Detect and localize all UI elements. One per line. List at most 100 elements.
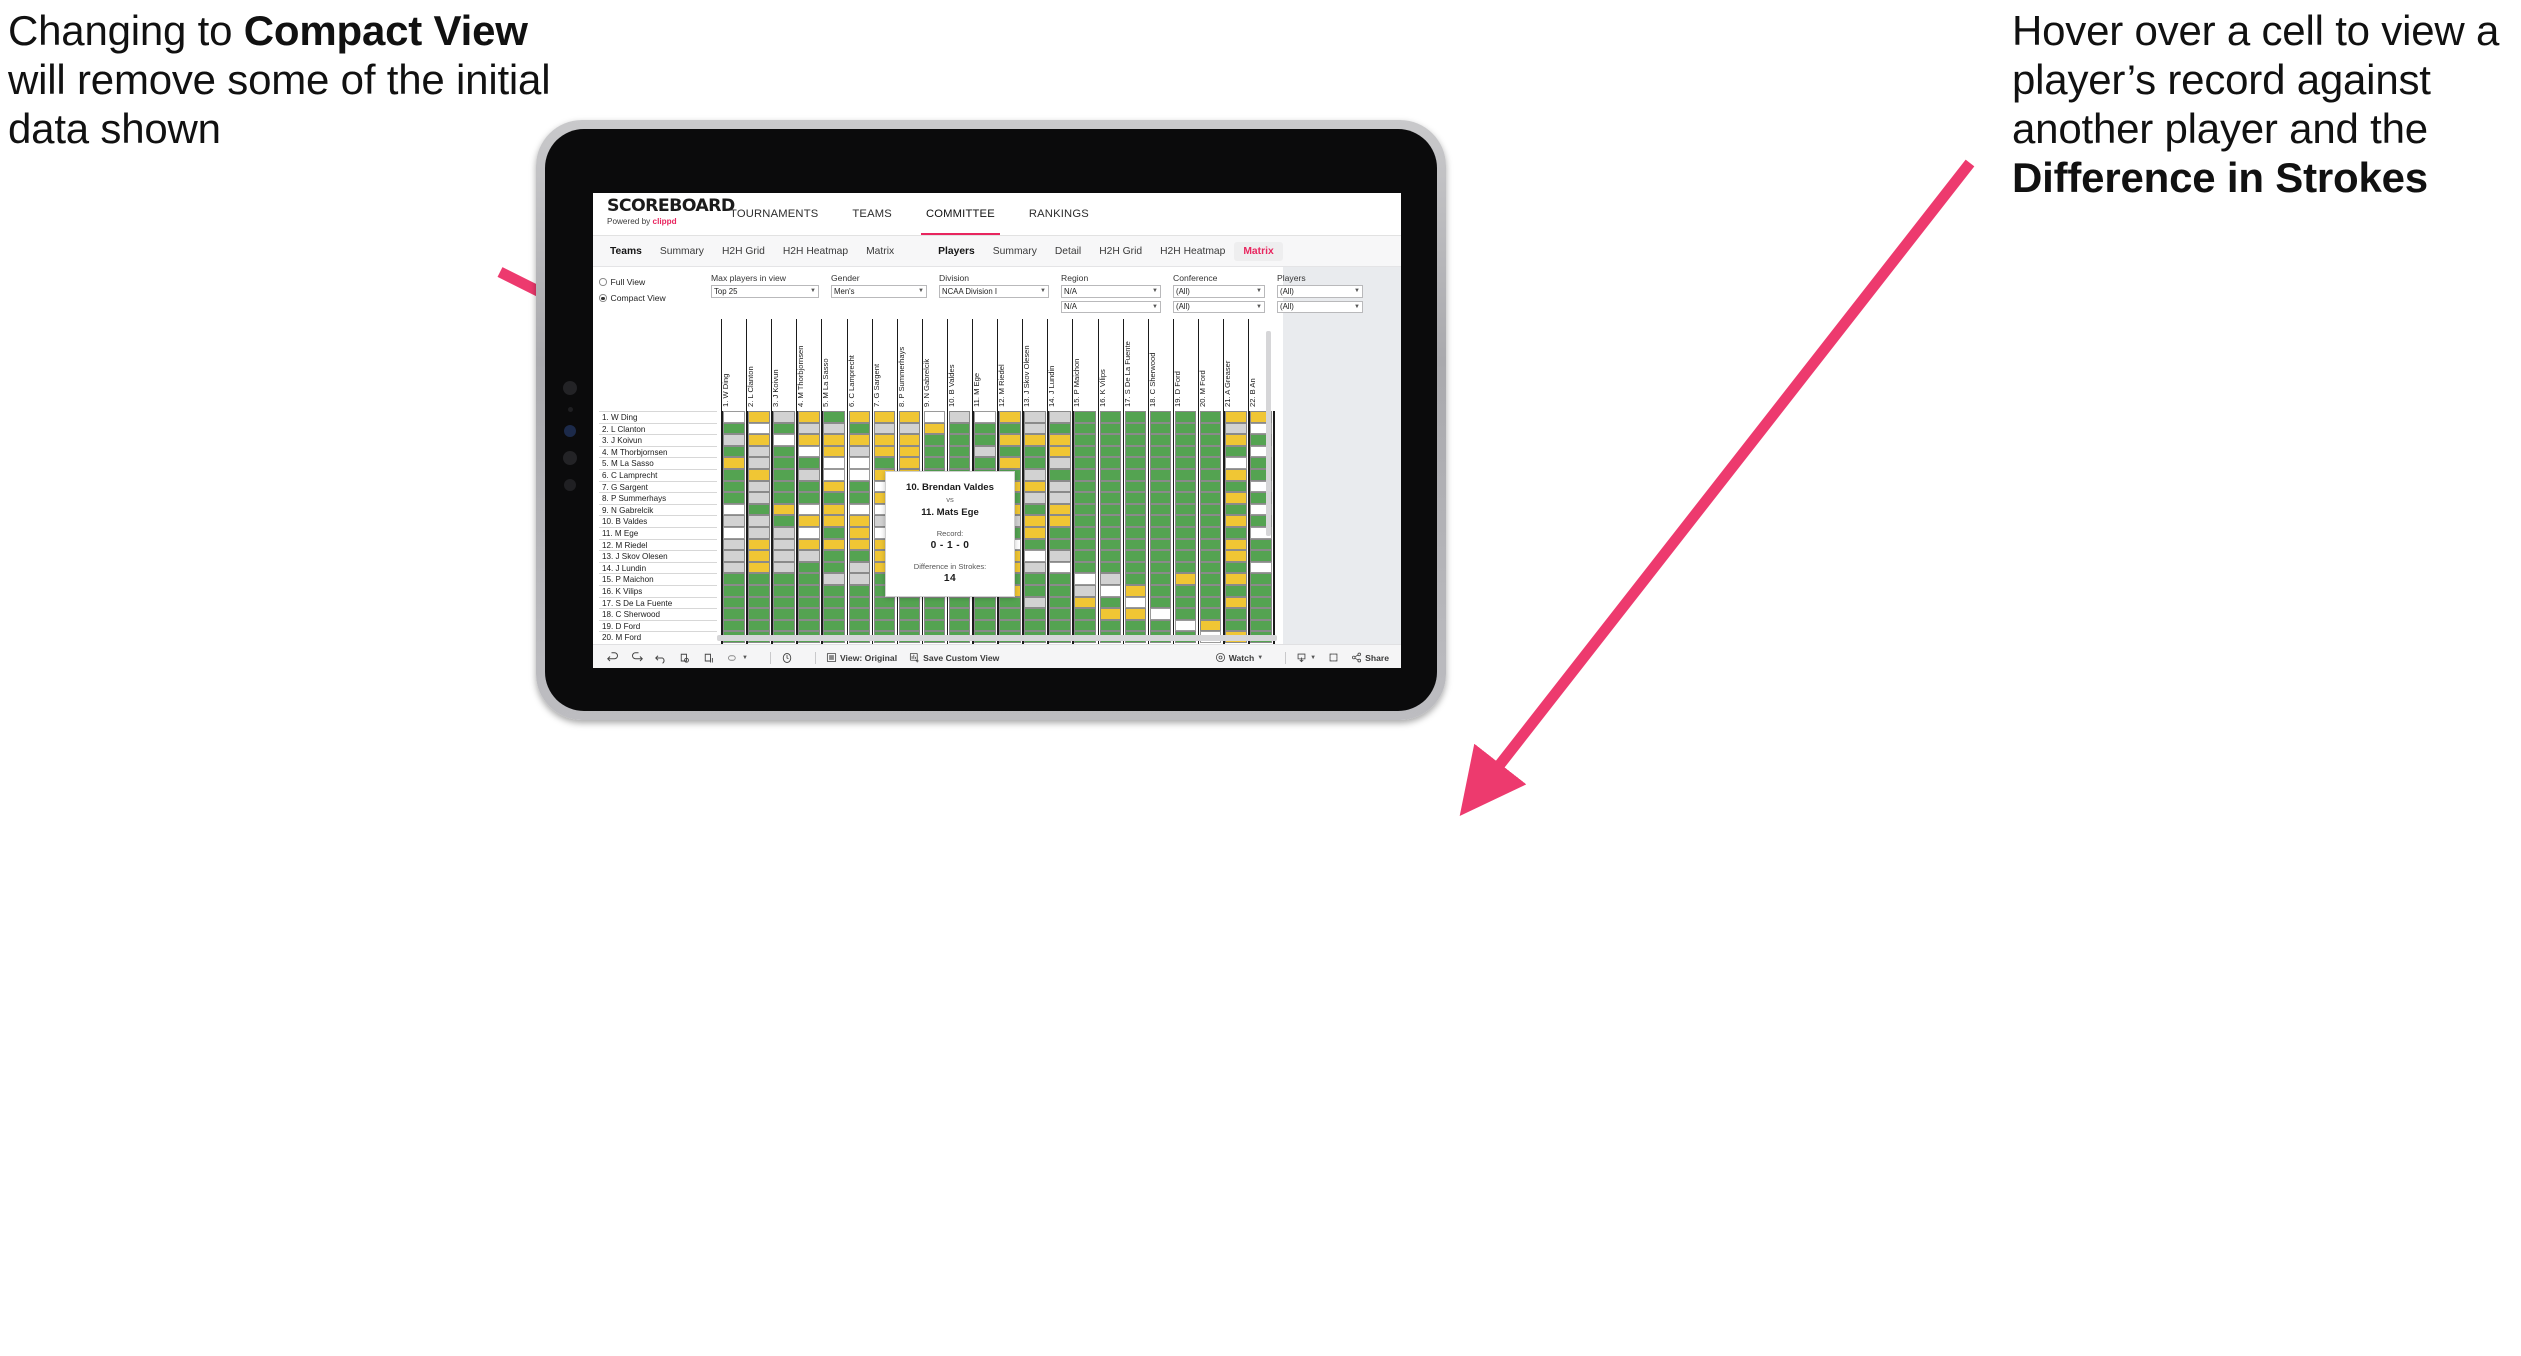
- matrix-cell[interactable]: [773, 573, 795, 585]
- fullscreen-icon[interactable]: [1328, 652, 1339, 663]
- save-custom-view-icon[interactable]: [909, 652, 920, 663]
- matrix-cell[interactable]: [1049, 585, 1071, 597]
- chevron-down-icon[interactable]: ▼: [1354, 304, 1360, 310]
- matrix-cell[interactable]: [1124, 538, 1147, 551]
- matrix-cell[interactable]: [1174, 503, 1197, 516]
- watch-icon[interactable]: [1215, 652, 1226, 663]
- matrix-cell[interactable]: [748, 515, 770, 527]
- filter-select[interactable]: NCAA Division I ▼: [939, 285, 1049, 298]
- matrix-cell[interactable]: [1225, 515, 1247, 527]
- matrix-cell[interactable]: [1225, 503, 1247, 516]
- matrix-cell[interactable]: [1225, 492, 1247, 504]
- view-mode-radio-group[interactable]: Full View Compact View: [599, 275, 666, 305]
- matrix-cell[interactable]: [1124, 445, 1147, 458]
- matrix-cell[interactable]: [948, 457, 971, 469]
- matrix-cell[interactable]: [798, 469, 820, 481]
- matrix-cell[interactable]: [1099, 619, 1122, 632]
- matrix-cell[interactable]: [1124, 480, 1147, 493]
- matrix-cell[interactable]: [1024, 573, 1046, 585]
- matrix-cell[interactable]: [773, 503, 795, 516]
- matrix-cell[interactable]: [873, 619, 896, 632]
- matrix-cell[interactable]: [1049, 515, 1071, 527]
- matrix-cell[interactable]: [1124, 561, 1147, 574]
- matrix-cell[interactable]: [848, 619, 871, 632]
- matrix-cell[interactable]: [1250, 561, 1272, 574]
- matrix-cell[interactable]: [723, 608, 745, 620]
- matrix-cell[interactable]: [974, 457, 996, 469]
- matrix-cell[interactable]: [1174, 480, 1197, 493]
- chevron-down-icon[interactable]: ▼: [1256, 288, 1262, 294]
- matrix-cell[interactable]: [748, 550, 770, 562]
- matrix-cell[interactable]: [898, 445, 921, 458]
- matrix-cell[interactable]: [1199, 550, 1222, 562]
- nav-tab-teams[interactable]: TEAMS: [835, 193, 909, 235]
- matrix-cell[interactable]: [1250, 619, 1272, 632]
- matrix-cell[interactable]: [1174, 492, 1197, 504]
- matrix-cell[interactable]: [1124, 573, 1147, 585]
- matrix-cell[interactable]: [974, 434, 996, 446]
- matrix-cell[interactable]: [1174, 469, 1197, 481]
- view-mode-option-full-view[interactable]: Full View: [599, 275, 666, 289]
- matrix-cell[interactable]: [1149, 434, 1172, 446]
- matrix-cell[interactable]: [1124, 411, 1147, 423]
- matrix-cell[interactable]: [1099, 527, 1122, 539]
- matrix-cell[interactable]: [848, 585, 871, 597]
- matrix-cell[interactable]: [823, 469, 845, 481]
- subnav-players-summary[interactable]: Summary: [984, 242, 1046, 261]
- matrix-cell[interactable]: [1049, 422, 1071, 435]
- matrix-cell[interactable]: [1199, 573, 1222, 585]
- matrix-cell[interactable]: [948, 608, 971, 620]
- matrix-cell[interactable]: [848, 561, 871, 574]
- matrix-cell[interactable]: [1099, 585, 1122, 597]
- matrix-cell[interactable]: [873, 445, 896, 458]
- view-mode-option-compact-view[interactable]: Compact View: [599, 291, 666, 305]
- matrix-cell[interactable]: [823, 608, 845, 620]
- matrix-cell[interactable]: [1099, 515, 1122, 527]
- matrix-cell[interactable]: [1099, 480, 1122, 493]
- matrix-cell[interactable]: [773, 561, 795, 574]
- matrix-cell[interactable]: [1099, 469, 1122, 481]
- filter-select[interactable]: Men's ▼: [831, 285, 927, 298]
- matrix-cell[interactable]: [798, 457, 820, 469]
- subnav-teams-teams[interactable]: Teams: [601, 242, 651, 261]
- matrix-cell[interactable]: [1049, 561, 1071, 574]
- matrix-cell[interactable]: [823, 596, 845, 609]
- matrix-cell[interactable]: [723, 411, 745, 423]
- matrix-cell[interactable]: [1074, 527, 1096, 539]
- matrix-cell[interactable]: [748, 469, 770, 481]
- matrix-cell[interactable]: [773, 527, 795, 539]
- toolbar-clock-history[interactable]: [781, 652, 793, 664]
- matrix-cell[interactable]: [873, 608, 896, 620]
- matrix-cell[interactable]: [948, 596, 971, 609]
- matrix-cell[interactable]: [999, 596, 1021, 609]
- share-icon[interactable]: [1351, 652, 1362, 663]
- matrix-vertical-scrollbar[interactable]: [1266, 331, 1271, 536]
- matrix-cell[interactable]: [1225, 434, 1247, 446]
- matrix-cell[interactable]: [798, 538, 820, 551]
- matrix-cell[interactable]: [873, 422, 896, 435]
- subnav-players-h2h-heatmap[interactable]: H2H Heatmap: [1151, 242, 1234, 261]
- matrix-cell[interactable]: [1124, 515, 1147, 527]
- matrix-cell[interactable]: [1174, 445, 1197, 458]
- matrix-cell[interactable]: [773, 596, 795, 609]
- matrix-cell[interactable]: [723, 457, 745, 469]
- matrix-cell[interactable]: [923, 445, 946, 458]
- matrix-cell[interactable]: [1225, 411, 1247, 423]
- matrix-cell[interactable]: [773, 538, 795, 551]
- matrix-cell[interactable]: [848, 480, 871, 493]
- matrix-cell[interactable]: [1124, 469, 1147, 481]
- toolbar-watch[interactable]: Watch ▼: [1215, 652, 1263, 663]
- matrix-cell[interactable]: [923, 596, 946, 609]
- matrix-cell[interactable]: [848, 422, 871, 435]
- matrix-cell[interactable]: [1049, 445, 1071, 458]
- matrix-cell[interactable]: [948, 411, 971, 423]
- matrix-cell[interactable]: [1024, 422, 1046, 435]
- matrix-cell[interactable]: [1225, 469, 1247, 481]
- matrix-cell[interactable]: [723, 445, 745, 458]
- matrix-cell[interactable]: [1199, 503, 1222, 516]
- matrix-cell[interactable]: [873, 411, 896, 423]
- matrix-cell[interactable]: [723, 434, 745, 446]
- matrix-cell[interactable]: [1074, 515, 1096, 527]
- matrix-cell[interactable]: [798, 585, 820, 597]
- matrix-cell[interactable]: [1174, 608, 1197, 620]
